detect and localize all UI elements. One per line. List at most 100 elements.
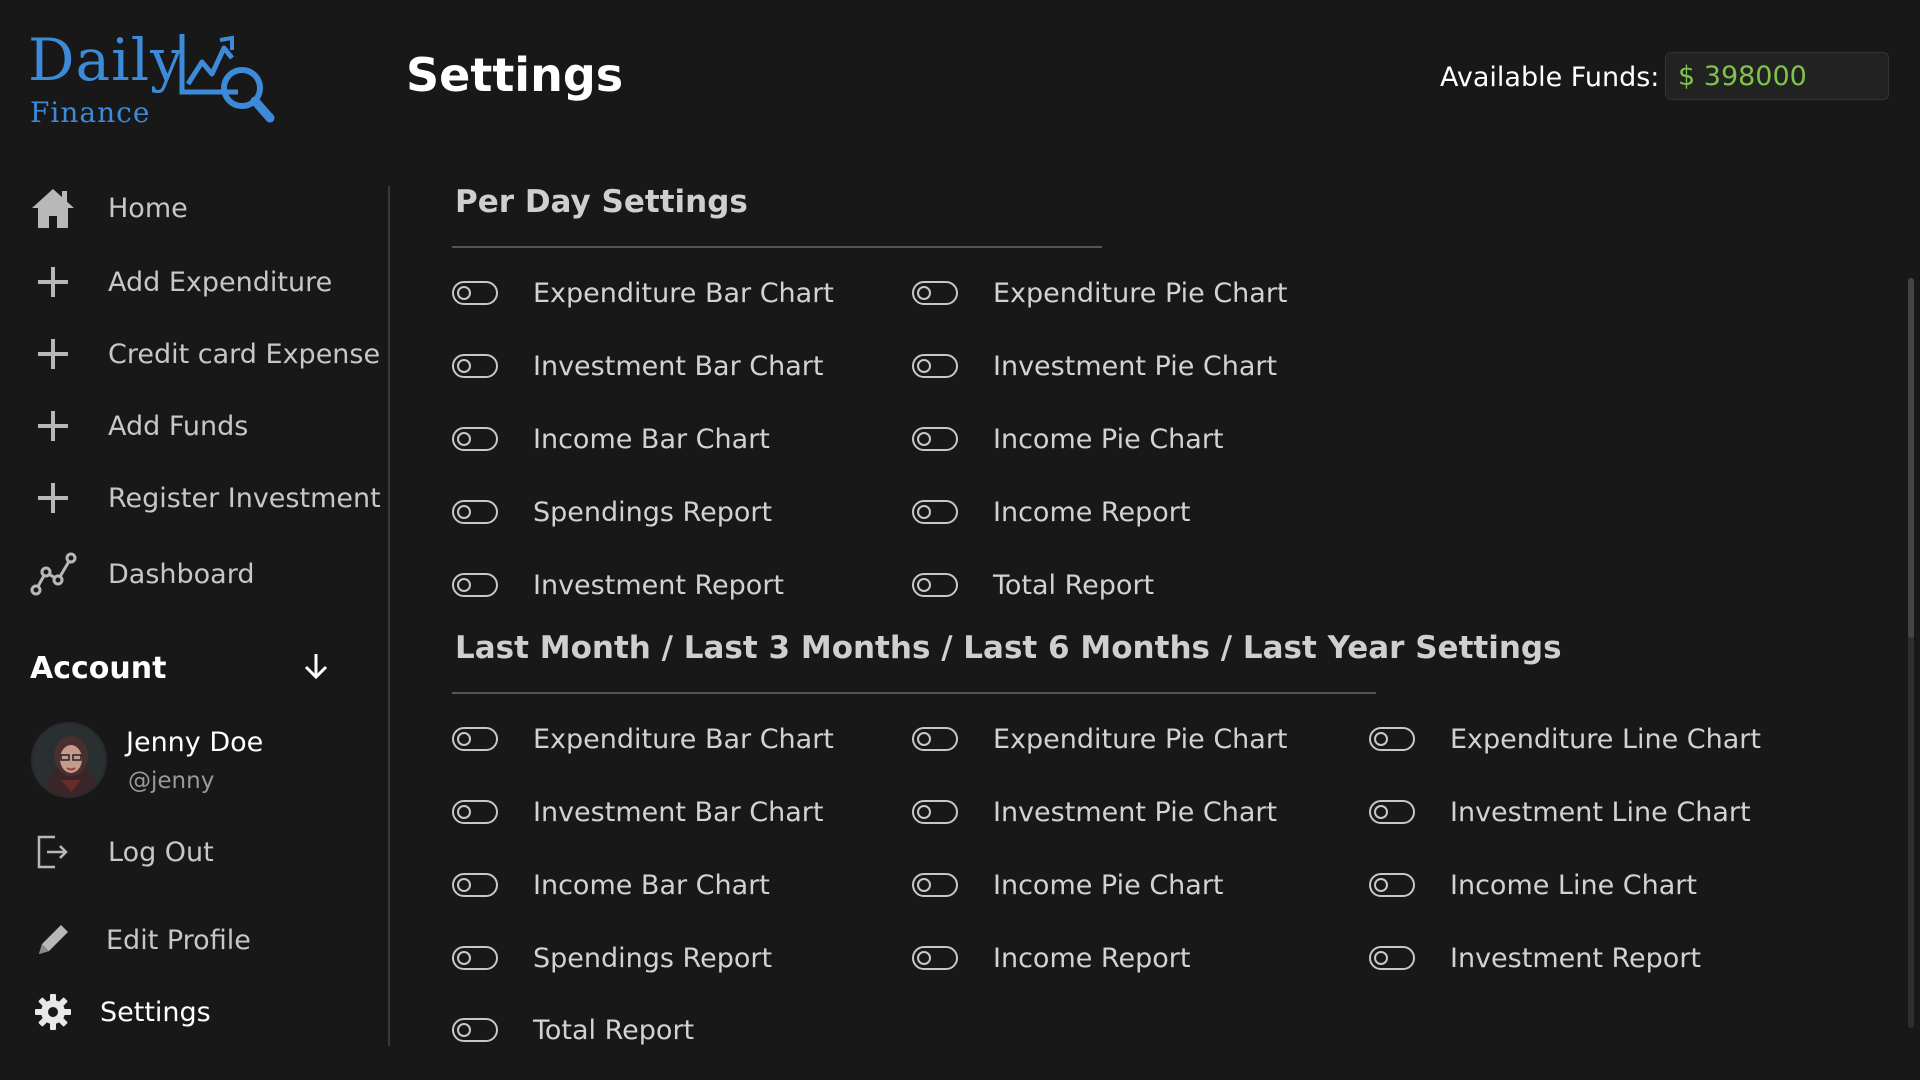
sidebar-item-label: Settings <box>100 996 211 1028</box>
toggle-periodic-expenditure-line-chart[interactable]: Expenditure Line Chart <box>1369 717 1761 761</box>
sidebar-item-label: Register Investment <box>108 482 381 514</box>
toggle-periodic-expenditure-bar-chart[interactable]: Expenditure Bar Chart <box>452 717 834 761</box>
section-divider <box>452 692 1376 694</box>
toggle-switch[interactable] <box>452 1018 498 1042</box>
app-logo[interactable]: Daily Finance <box>28 22 278 132</box>
toggle-label: Expenditure Line Chart <box>1450 723 1761 755</box>
toggle-per-day-expenditure-bar-chart[interactable]: Expenditure Bar Chart <box>452 271 834 315</box>
funds-value-field: $ 398000 <box>1665 52 1889 100</box>
sidebar-item-settings[interactable]: Settings <box>28 986 368 1038</box>
toggle-periodic-income-report[interactable]: Income Report <box>912 936 1190 980</box>
toggle-switch[interactable] <box>452 500 498 524</box>
toggle-label: Investment Pie Chart <box>993 350 1278 382</box>
toggle-switch[interactable] <box>912 427 958 451</box>
home-icon <box>28 183 78 233</box>
toggle-label: Income Pie Chart <box>993 423 1224 455</box>
toggle-label: Investment Report <box>533 569 785 601</box>
toggle-switch[interactable] <box>1369 727 1415 751</box>
toggle-label: Expenditure Pie Chart <box>993 723 1288 755</box>
arrow-down-icon <box>302 651 330 685</box>
toggle-switch[interactable] <box>452 573 498 597</box>
toggle-per-day-expenditure-pie-chart[interactable]: Expenditure Pie Chart <box>912 271 1288 315</box>
toggle-label: Total Report <box>993 569 1155 601</box>
sidebar-item-label: Edit Profile <box>106 924 251 956</box>
page-title: Settings <box>406 48 624 102</box>
toggle-periodic-investment-line-chart[interactable]: Investment Line Chart <box>1369 790 1751 834</box>
logout-icon <box>28 827 78 877</box>
toggle-label: Investment Report <box>1450 942 1702 974</box>
toggle-switch[interactable] <box>452 946 498 970</box>
toggle-label: Investment Line Chart <box>1450 796 1751 828</box>
sidebar-item-label: Log Out <box>108 836 214 868</box>
toggle-switch[interactable] <box>912 354 958 378</box>
logo-text-finance: Finance <box>30 96 151 129</box>
toggle-switch[interactable] <box>452 727 498 751</box>
toggle-periodic-income-bar-chart[interactable]: Income Bar Chart <box>452 863 770 907</box>
toggle-periodic-investment-bar-chart[interactable]: Investment Bar Chart <box>452 790 823 834</box>
toggle-label: Expenditure Pie Chart <box>993 277 1288 309</box>
scrollbar-thumb[interactable] <box>1908 278 1914 638</box>
avatar-image <box>33 724 105 796</box>
per-day-settings-title: Per Day Settings <box>455 184 748 220</box>
toggle-per-day-spendings-report[interactable]: Spendings Report <box>452 490 772 534</box>
chart-line-icon <box>28 549 78 599</box>
sidebar-item-dashboard[interactable]: Dashboard <box>28 548 368 600</box>
avatar[interactable] <box>31 722 107 798</box>
sidebar-item-add-funds[interactable]: Add Funds <box>28 400 368 452</box>
funds-value: $ 398000 <box>1678 60 1807 92</box>
toggle-periodic-investment-report[interactable]: Investment Report <box>1369 936 1701 980</box>
toggle-periodic-income-line-chart[interactable]: Income Line Chart <box>1369 863 1697 907</box>
toggle-label: Expenditure Bar Chart <box>533 277 834 309</box>
toggle-label: Investment Bar Chart <box>533 796 824 828</box>
toggle-label: Total Report <box>533 1014 695 1046</box>
toggle-switch[interactable] <box>452 427 498 451</box>
plus-icon <box>28 401 78 451</box>
toggle-periodic-expenditure-pie-chart[interactable]: Expenditure Pie Chart <box>912 717 1288 761</box>
account-title: Account <box>30 650 167 686</box>
toggle-periodic-total-report[interactable]: Total Report <box>452 1008 694 1052</box>
toggle-switch[interactable] <box>912 873 958 897</box>
toggle-switch[interactable] <box>912 727 958 751</box>
sidebar-item-register-investment[interactable]: Register Investment <box>28 472 381 524</box>
toggle-periodic-spendings-report[interactable]: Spendings Report <box>452 936 772 980</box>
toggle-switch[interactable] <box>452 800 498 824</box>
section-divider <box>452 246 1102 248</box>
toggle-switch[interactable] <box>1369 873 1415 897</box>
sidebar-item-credit-card-expense[interactable]: Credit card Expense <box>28 328 380 380</box>
toggle-per-day-income-report[interactable]: Income Report <box>912 490 1190 534</box>
toggle-switch[interactable] <box>1369 946 1415 970</box>
sidebar-item-log-out[interactable]: Log Out <box>28 826 368 878</box>
sidebar-item-label: Credit card Expense <box>108 338 381 370</box>
finance-magnifier-icon <box>179 34 275 123</box>
toggle-per-day-income-bar-chart[interactable]: Income Bar Chart <box>452 417 770 461</box>
toggle-per-day-total-report[interactable]: Total Report <box>912 563 1154 607</box>
toggle-switch[interactable] <box>452 873 498 897</box>
toggle-label: Spendings Report <box>533 496 773 528</box>
toggle-label: Income Bar Chart <box>533 869 770 901</box>
sidebar-item-home[interactable]: Home <box>28 182 368 234</box>
user-name: Jenny Doe <box>126 727 264 758</box>
toggle-switch[interactable] <box>912 281 958 305</box>
toggle-per-day-investment-report[interactable]: Investment Report <box>452 563 784 607</box>
toggle-switch[interactable] <box>452 354 498 378</box>
sidebar-item-edit-profile[interactable]: Edit Profile <box>28 914 368 966</box>
toggle-per-day-investment-bar-chart[interactable]: Investment Bar Chart <box>452 344 823 388</box>
toggle-switch[interactable] <box>452 281 498 305</box>
sidebar-item-add-expenditure[interactable]: Add Expenditure <box>28 256 368 308</box>
toggle-switch[interactable] <box>912 500 958 524</box>
toggle-per-day-income-pie-chart[interactable]: Income Pie Chart <box>912 417 1224 461</box>
toggle-label: Income Line Chart <box>1450 869 1697 901</box>
toggle-per-day-investment-pie-chart[interactable]: Investment Pie Chart <box>912 344 1277 388</box>
toggle-label: Investment Bar Chart <box>533 350 824 382</box>
toggle-periodic-investment-pie-chart[interactable]: Investment Pie Chart <box>912 790 1277 834</box>
toggle-switch[interactable] <box>912 800 958 824</box>
sidebar-item-label: Home <box>108 192 188 224</box>
toggle-switch[interactable] <box>912 946 958 970</box>
toggle-label: Income Bar Chart <box>533 423 770 455</box>
toggle-label: Expenditure Bar Chart <box>533 723 834 755</box>
toggle-periodic-income-pie-chart[interactable]: Income Pie Chart <box>912 863 1224 907</box>
periodic-settings-title: Last Month / Last 3 Months / Last 6 Mont… <box>455 630 1562 666</box>
account-section-toggle[interactable]: Account <box>30 644 330 692</box>
toggle-switch[interactable] <box>912 573 958 597</box>
toggle-switch[interactable] <box>1369 800 1415 824</box>
